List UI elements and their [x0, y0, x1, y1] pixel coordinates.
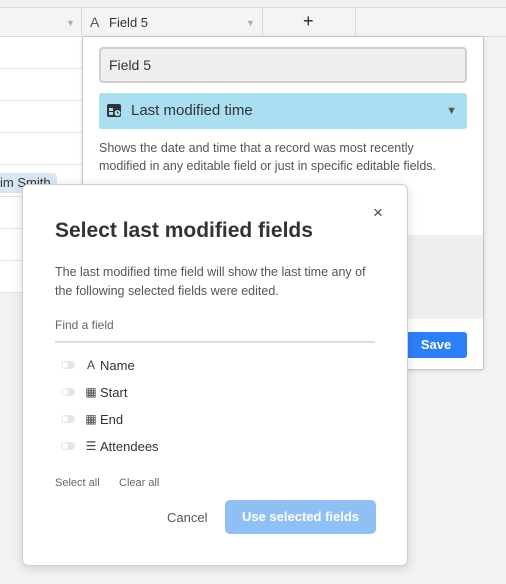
use-selected-fields-button[interactable]: Use selected fields — [225, 500, 376, 534]
select-fields-dialog: × Select last modified fields The last m… — [22, 184, 408, 566]
grid-header: ▼ A Field 5 ▼ + — [0, 7, 506, 37]
toggle-switch[interactable] — [61, 361, 75, 369]
toggle-switch[interactable] — [61, 388, 75, 396]
column-header-field-5[interactable]: A Field 5 ▼ — [82, 8, 263, 36]
toggle-switch[interactable] — [61, 442, 75, 450]
column-header-previous[interactable]: ▼ — [0, 8, 82, 36]
table-row[interactable] — [0, 101, 83, 133]
dialog-title: Select last modified fields — [55, 219, 313, 242]
table-row[interactable] — [0, 37, 83, 69]
table-row[interactable] — [0, 133, 83, 165]
clear-all-link[interactable]: Clear all — [119, 477, 159, 489]
field-type-select[interactable]: Last modified time ▼ — [99, 93, 467, 129]
select-all-link[interactable]: Select all — [55, 477, 100, 489]
field-type-label: Last modified time — [131, 102, 253, 119]
chevron-down-icon[interactable]: ▼ — [66, 18, 75, 28]
field-option-label: Attendees — [100, 439, 159, 454]
field-option-label: End — [100, 412, 124, 427]
date-field-icon: ▦ — [85, 385, 97, 399]
cancel-button[interactable]: Cancel — [167, 510, 207, 525]
plus-icon: + — [303, 11, 314, 31]
toggle-switch[interactable] — [61, 415, 75, 423]
field-name-input[interactable]: Field 5 — [99, 47, 467, 83]
chevron-down-icon: ▼ — [446, 105, 457, 117]
calendar-clock-icon — [107, 104, 121, 117]
table-row[interactable] — [0, 69, 83, 101]
field-option-label: Name — [100, 358, 135, 373]
add-field-button[interactable]: + — [263, 8, 356, 36]
save-button[interactable]: Save — [405, 332, 467, 358]
find-field-input[interactable] — [55, 317, 375, 343]
date-field-icon: ▦ — [85, 412, 97, 426]
multiselect-field-icon: ☰ — [85, 439, 97, 453]
close-icon[interactable]: × — [373, 203, 383, 223]
field-option-label: Start — [100, 385, 128, 400]
dialog-description: The last modified time field will show t… — [55, 265, 366, 298]
text-field-icon: A — [86, 358, 95, 372]
text-field-icon: A — [90, 14, 100, 30]
column-header-label: Field 5 — [109, 15, 149, 30]
chevron-down-icon[interactable]: ▼ — [246, 18, 255, 28]
field-type-description: Shows the date and time that a record wa… — [99, 141, 436, 173]
